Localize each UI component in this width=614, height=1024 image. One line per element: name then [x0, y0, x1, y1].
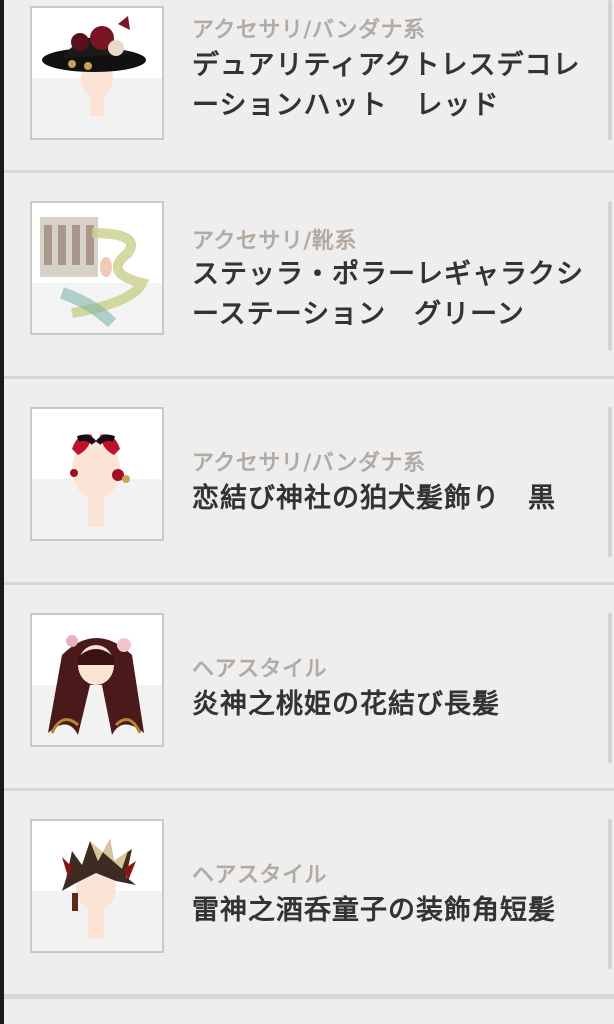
scrollbar[interactable] — [608, 201, 612, 351]
item-list: アクセサリ/バンダナ系 デュアリティアクトレスデコレーションハット レッド アク… — [4, 0, 614, 1024]
list-item[interactable]: アクセサリ/バンダナ系 恋結び神社の狛犬髪飾り 黒 — [4, 379, 614, 585]
item-category: アクセサリ/バンダナ系 — [192, 18, 426, 43]
long-hair-icon — [30, 613, 164, 747]
item-name: ステッラ・ポラーレギャラクシーステーション グリーン — [192, 259, 584, 330]
item-category: ヘアスタイル — [192, 657, 328, 682]
item-name: デュアリティアクトレスデコレーションハット レッド — [192, 50, 581, 121]
scrollbar[interactable] — [608, 407, 612, 557]
list-item[interactable]: アクセサリ/バンダナ系 デュアリティアクトレスデコレーションハット レッド — [4, 0, 614, 173]
list-footer — [4, 996, 614, 1024]
item-name: 雷神之酒呑童子の装飾角短髪 — [192, 895, 556, 926]
item-category: アクセサリ/バンダナ系 — [192, 451, 426, 476]
item-name: 恋結び神社の狛犬髪飾り 黒 — [192, 483, 556, 514]
item-category: ヘアスタイル — [192, 863, 328, 888]
hat-icon — [30, 6, 164, 140]
list-item[interactable]: ヘアスタイル 炎神之桃姫の花結び長髪 — [4, 585, 614, 791]
item-category: アクセサリ/靴系 — [192, 229, 357, 254]
hair-ornament-icon — [30, 407, 164, 541]
scrollbar[interactable] — [608, 819, 612, 969]
list-item[interactable]: アクセサリ/靴系 ステッラ・ポラーレギャラクシーステーション グリーン — [4, 173, 614, 379]
scrollbar[interactable] — [608, 613, 612, 763]
item-name: 炎神之桃姫の花結び長髪 — [192, 689, 500, 720]
station-icon — [30, 201, 164, 335]
scrollbar[interactable] — [608, 0, 612, 140]
short-hair-icon — [30, 819, 164, 953]
list-item[interactable]: ヘアスタイル 雷神之酒呑童子の装飾角短髪 — [4, 791, 614, 997]
